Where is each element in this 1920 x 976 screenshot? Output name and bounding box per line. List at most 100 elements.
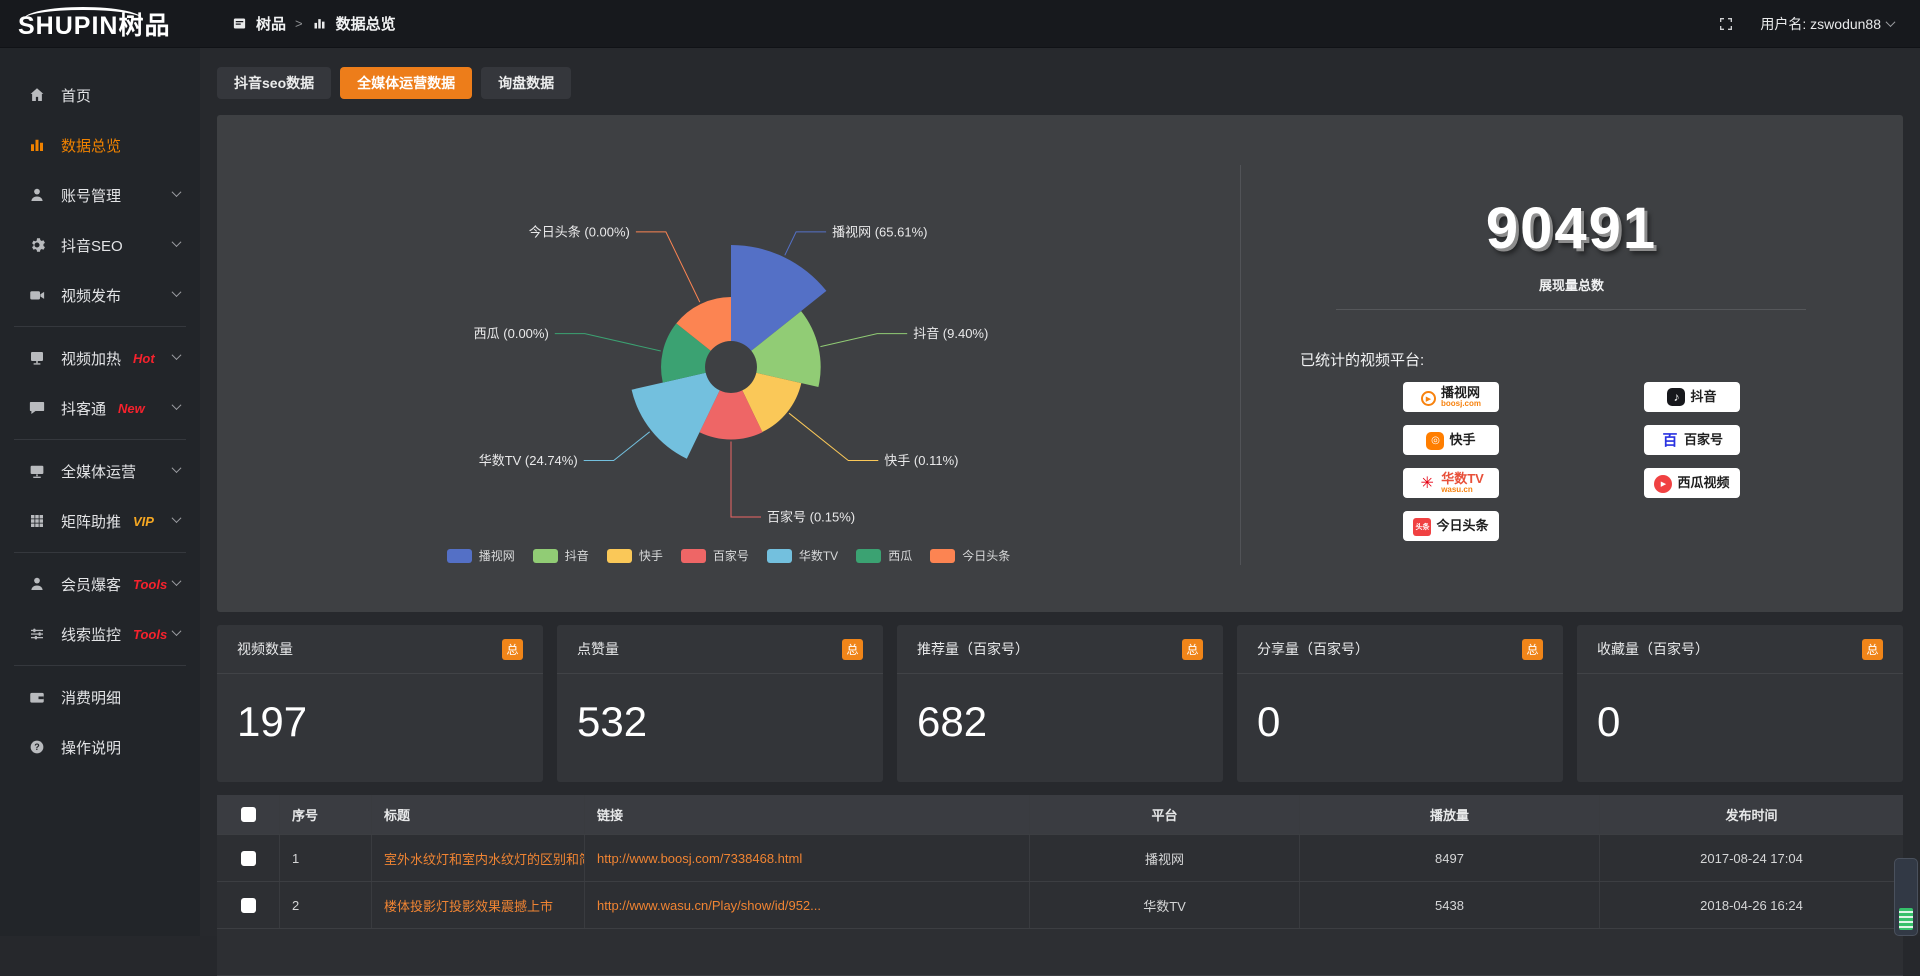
row-checkbox[interactable]	[241, 851, 256, 866]
pie-slice-4[interactable]	[632, 373, 720, 459]
sidebar-menu: 首页数据总览账号管理抖音SEO视频发布视频加热Hot抖客通New 全媒体运营矩阵助…	[0, 70, 200, 772]
stat-card-header: 点赞量 总	[557, 625, 883, 674]
chevron-down-icon	[1886, 17, 1896, 27]
legend-label: 西瓜	[888, 547, 912, 564]
stat-card-header: 分享量（百家号）总	[1237, 625, 1563, 674]
tab-0[interactable]: 抖音seo数据	[217, 67, 331, 99]
chat-icon	[28, 399, 46, 417]
sidebar-item-9[interactable]: 会员爆客Tools	[0, 559, 200, 609]
fullscreen-icon[interactable]	[1718, 16, 1734, 32]
platform-name: 华数TV	[1441, 472, 1484, 486]
platform-badge-boosj[interactable]: ▶播视网boosj.com	[1403, 382, 1499, 412]
sidebar-item-8[interactable]: 矩阵助推VIP	[0, 496, 200, 546]
platform-badge-kuaishou[interactable]: ◎快手	[1403, 425, 1499, 455]
table-header-cell-0	[217, 795, 280, 834]
legend-label: 百家号	[713, 547, 749, 564]
sidebar-divider	[14, 326, 186, 327]
pie-label-line-2	[789, 413, 878, 460]
sidebar-item-10[interactable]: 线索监控Tools	[0, 609, 200, 659]
sidebar-item-badge: New	[118, 401, 145, 416]
stat-card-title: 收藏量（百家号）	[1597, 639, 1709, 659]
table-row-1: 2楼体投影灯投影效果震撼上市http://www.wasu.cn/Play/sh…	[217, 882, 1903, 929]
sidebar-item-3[interactable]: 抖音SEO	[0, 220, 200, 270]
platform-badge-baijiahao[interactable]: 百百家号	[1644, 425, 1740, 455]
total-badge[interactable]: 总	[842, 639, 863, 660]
pie-label-5: 西瓜 (0.00%)	[474, 326, 549, 341]
sidebar-item-0[interactable]: 首页	[0, 70, 200, 120]
stat-card-4: 收藏量（百家号）总0	[1577, 625, 1903, 782]
platform-badge-wasu[interactable]: ✳华数TVwasu.cn	[1403, 468, 1499, 498]
breadcrumb-root[interactable]: 树品	[256, 13, 286, 34]
legend-item-6[interactable]: 今日头条	[930, 547, 1010, 564]
sidebar-item-badge: Tools	[133, 627, 167, 642]
platform-column-left: ▶播视网boosj.com ◎快手 ✳华数TVwasu.cn 头条今日头条	[1403, 382, 1499, 541]
legend-item-4[interactable]: 华数TV	[767, 547, 838, 564]
pie-label-line-4	[584, 432, 650, 461]
stat-card-value: 682	[897, 674, 1223, 746]
total-badge[interactable]: 总	[502, 639, 523, 660]
toutiao-icon: 头条	[1413, 516, 1431, 537]
total-badge[interactable]: 总	[1862, 639, 1883, 660]
legend-item-3[interactable]: 百家号	[681, 547, 749, 564]
sidebar-item-5[interactable]: 视频加热Hot	[0, 333, 200, 383]
data-tabs: 抖音seo数据全媒体运营数据询盘数据	[217, 67, 571, 99]
pie-label-3: 百家号 (0.15%)	[767, 510, 855, 525]
rose-pie-chart: 播视网 (65.61%)抖音 (9.40%)快手 (0.11%)百家号 (0.1…	[217, 115, 1240, 612]
legend-item-1[interactable]: 抖音	[533, 547, 589, 564]
table-row-partial	[217, 929, 1903, 976]
total-badge[interactable]: 总	[1522, 639, 1543, 660]
boosj-icon: ▶	[1421, 388, 1436, 407]
video-icon	[28, 286, 46, 304]
table-cell-time: 2018-04-26 16:24	[1600, 882, 1903, 928]
topbar: SHUPIN树品 树品 > 数据总览 用户名: zswodun88	[0, 0, 1920, 48]
breadcrumb-current[interactable]: 数据总览	[336, 13, 396, 34]
user-menu[interactable]: 用户名: zswodun88	[1760, 14, 1894, 34]
sidebar-item-11[interactable]: 消费明细	[0, 672, 200, 722]
legend-swatch	[607, 549, 632, 563]
sidebar-item-2[interactable]: 账号管理	[0, 170, 200, 220]
sidebar-item-1[interactable]: 数据总览	[0, 120, 200, 170]
table-cell-link[interactable]: http://www.wasu.cn/Play/show/id/952...	[585, 882, 1030, 928]
pie-label-0: 播视网 (65.61%)	[832, 224, 927, 239]
table-cell-title[interactable]: 室外水纹灯和室内水纹灯的区别和简介	[372, 835, 585, 881]
kuaishou-icon: ◎	[1426, 430, 1444, 450]
pie-label-line-1	[820, 334, 907, 347]
sidebar-item-4[interactable]: 视频发布	[0, 270, 200, 320]
chevron-down-icon	[172, 513, 182, 523]
tab-2[interactable]: 询盘数据	[481, 67, 571, 99]
tab-1[interactable]: 全媒体运营数据	[340, 67, 472, 99]
table-header-cell-6: 发布时间	[1600, 795, 1903, 834]
chevron-down-icon	[172, 463, 182, 473]
table-cell-platform: 播视网	[1030, 835, 1300, 881]
topbar-right: 用户名: zswodun88	[1718, 14, 1920, 34]
platform-name: 百家号	[1684, 433, 1723, 447]
legend-item-0[interactable]: 播视网	[447, 547, 515, 564]
legend-label: 华数TV	[799, 547, 838, 564]
total-badge[interactable]: 总	[1182, 639, 1203, 660]
stat-card-title: 点赞量	[577, 639, 619, 659]
sidebar-item-label: 全媒体运营	[61, 461, 136, 482]
sidebar-item-7[interactable]: 全媒体运营	[0, 446, 200, 496]
sidebar-item-label: 首页	[61, 85, 91, 106]
floating-widget[interactable]	[1894, 858, 1918, 936]
sidebar-item-badge: Hot	[133, 351, 155, 366]
sidebar-item-6[interactable]: 抖客通New	[0, 383, 200, 433]
pie-label-6: 今日头条 (0.00%)	[529, 224, 630, 239]
select-all-checkbox[interactable]	[241, 807, 256, 822]
sidebar-divider	[14, 665, 186, 666]
chevron-down-icon	[172, 400, 182, 410]
platform-badge-douyin[interactable]: ♪抖音	[1644, 382, 1740, 412]
legend-item-2[interactable]: 快手	[607, 547, 663, 564]
main-content: 抖音seo数据全媒体运营数据询盘数据 播视网 (65.61%)抖音 (9.40%…	[200, 48, 1920, 936]
stat-card-header: 推荐量（百家号）总	[897, 625, 1223, 674]
table-cell-link[interactable]: http://www.boosj.com/7338468.html	[585, 835, 1030, 881]
platform-badge-toutiao[interactable]: 头条今日头条	[1403, 511, 1499, 541]
legend-label: 今日头条	[962, 547, 1010, 564]
sidebar-item-12[interactable]: ?操作说明	[0, 722, 200, 772]
table-cell-title[interactable]: 楼体投影灯投影效果震撼上市	[372, 882, 585, 928]
platform-badge-xigua[interactable]: ▶西瓜视频	[1644, 468, 1740, 498]
row-checkbox[interactable]	[241, 898, 256, 913]
legend-item-5[interactable]: 西瓜	[856, 547, 912, 564]
bar-chart-icon	[312, 16, 327, 31]
sidebar-item-label: 消费明细	[61, 687, 121, 708]
